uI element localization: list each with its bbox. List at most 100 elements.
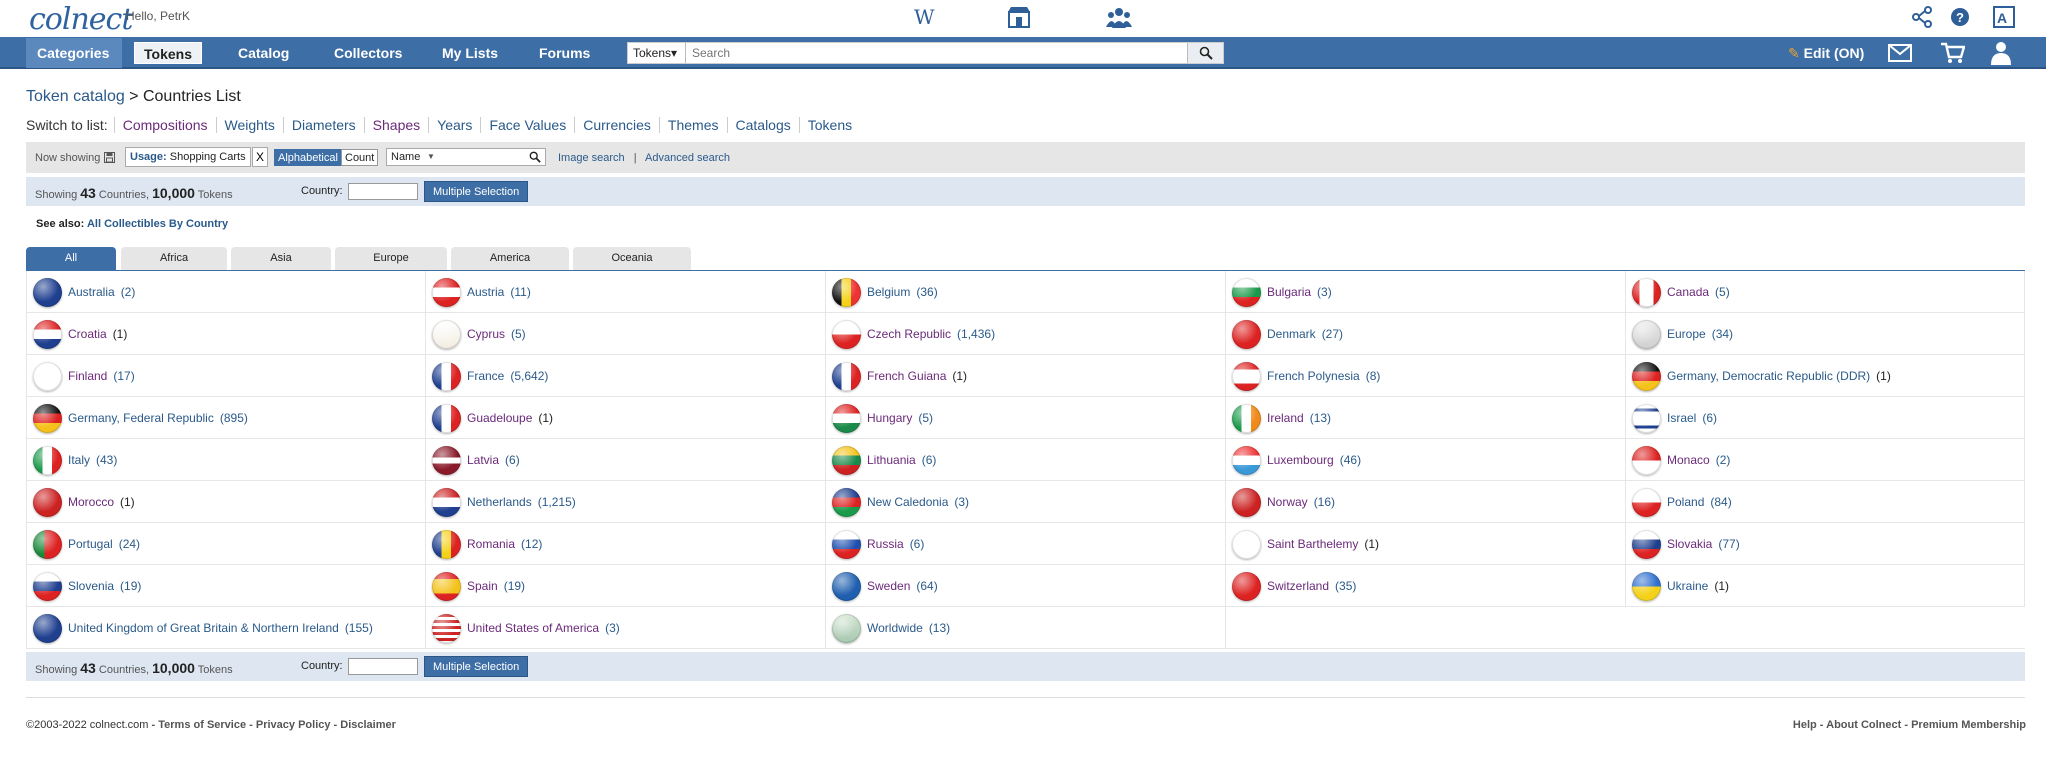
- country-name-link[interactable]: French Polynesia: [1267, 369, 1360, 383]
- country-name-link[interactable]: Romania: [467, 537, 515, 551]
- help-link[interactable]: Help: [1793, 719, 1817, 731]
- country-name-link[interactable]: French Guiana: [867, 369, 946, 383]
- switch-face-values[interactable]: Face Values: [480, 117, 574, 133]
- premium-link[interactable]: Premium Membership: [1911, 719, 2026, 731]
- nav-forums[interactable]: Forums: [539, 37, 590, 69]
- switch-diameters[interactable]: Diameters: [282, 117, 364, 133]
- nav-catalog[interactable]: Catalog: [238, 37, 289, 69]
- country-cell[interactable]: Monaco (2): [1626, 439, 2025, 481]
- country-name-link[interactable]: Europe: [1667, 327, 1706, 341]
- country-cell[interactable]: Australia (2): [26, 271, 426, 313]
- country-name-link[interactable]: Spain: [467, 579, 498, 593]
- country-cell[interactable]: Denmark (27): [1226, 313, 1626, 355]
- all-collectibles-by-country-link[interactable]: All Collectibles By Country: [87, 218, 228, 230]
- country-cell[interactable]: French Polynesia (8): [1226, 355, 1626, 397]
- country-name-link[interactable]: Finland: [68, 369, 107, 383]
- country-cell[interactable]: Romania (12): [426, 523, 826, 565]
- country-cell[interactable]: Latvia (6): [426, 439, 826, 481]
- country-cell[interactable]: Worldwide (13): [826, 607, 1226, 649]
- switch-shapes[interactable]: Shapes: [363, 117, 428, 133]
- country-name-link[interactable]: Russia: [867, 537, 904, 551]
- country-cell[interactable]: Italy (43): [26, 439, 426, 481]
- country-name-link[interactable]: Monaco: [1667, 453, 1710, 467]
- cart-icon[interactable]: [1940, 40, 1966, 66]
- country-name-link[interactable]: Germany, Federal Republic: [68, 411, 214, 425]
- country-name-link[interactable]: Slovakia: [1667, 537, 1712, 551]
- tab-america[interactable]: America: [451, 247, 569, 270]
- country-name-link[interactable]: Guadeloupe: [467, 411, 532, 425]
- edit-mode-toggle[interactable]: ✎ Edit (ON): [1788, 37, 1864, 69]
- country-filter-input[interactable]: [348, 183, 418, 200]
- country-cell[interactable]: Germany, Federal Republic (895): [26, 397, 426, 439]
- search-input[interactable]: [688, 43, 1186, 63]
- country-name-link[interactable]: New Caledonia: [867, 495, 948, 509]
- messages-icon[interactable]: [1887, 40, 1913, 66]
- nav-collectors[interactable]: Collectors: [334, 37, 402, 69]
- country-cell[interactable]: Slovakia (77): [1626, 523, 2025, 565]
- help-icon[interactable]: ?: [1946, 3, 1974, 31]
- country-cell[interactable]: Norway (16): [1226, 481, 1626, 523]
- switch-compositions[interactable]: Compositions: [113, 117, 216, 133]
- country-name-link[interactable]: United Kingdom of Great Britain & Northe…: [68, 621, 339, 635]
- country-name-link[interactable]: Israel: [1667, 411, 1696, 425]
- country-name-link[interactable]: Austria: [467, 285, 504, 299]
- country-cell[interactable]: Russia (6): [826, 523, 1226, 565]
- country-cell[interactable]: New Caledonia (3): [826, 481, 1226, 523]
- categories-menu[interactable]: Categories ▼: [26, 38, 122, 91]
- country-cell[interactable]: Croatia (1): [26, 313, 426, 355]
- nav-tokens[interactable]: Tokens: [134, 42, 202, 64]
- country-name-link[interactable]: Latvia: [467, 453, 499, 467]
- country-name-link[interactable]: Cyprus: [467, 327, 505, 341]
- breadcrumb-token-catalog[interactable]: Token catalog: [26, 88, 125, 105]
- country-name-link[interactable]: Belgium: [867, 285, 910, 299]
- country-name-link[interactable]: Portugal: [68, 537, 113, 551]
- colnect-logo[interactable]: colnect: [29, 2, 133, 37]
- country-name-link[interactable]: United States of America: [467, 621, 599, 635]
- country-name-link[interactable]: Slovenia: [68, 579, 114, 593]
- country-cell[interactable]: Lithuania (6): [826, 439, 1226, 481]
- country-cell[interactable]: Ireland (13): [1226, 397, 1626, 439]
- switch-years[interactable]: Years: [428, 117, 480, 133]
- country-name-link[interactable]: Bulgaria: [1267, 285, 1311, 299]
- country-name-link[interactable]: Ireland: [1267, 411, 1304, 425]
- switch-themes[interactable]: Themes: [658, 117, 727, 133]
- country-cell[interactable]: France (5,642): [426, 355, 826, 397]
- country-name-link[interactable]: Australia: [68, 285, 115, 299]
- search-scope-select[interactable]: Tokens▾: [628, 43, 686, 63]
- country-cell[interactable]: Israel (6): [1626, 397, 2025, 439]
- country-cell[interactable]: Canada (5): [1626, 271, 2025, 313]
- switch-weights[interactable]: Weights: [215, 117, 283, 133]
- country-name-link[interactable]: Denmark: [1267, 327, 1316, 341]
- multiple-selection-button[interactable]: Multiple Selection: [424, 181, 529, 202]
- country-cell[interactable]: Bulgaria (3): [1226, 271, 1626, 313]
- country-cell[interactable]: United States of America (3): [426, 607, 826, 649]
- country-name-link[interactable]: Norway: [1267, 495, 1308, 509]
- save-icon[interactable]: [104, 152, 115, 163]
- country-name-link[interactable]: Croatia: [68, 327, 107, 341]
- country-cell[interactable]: Luxembourg (46): [1226, 439, 1626, 481]
- country-cell[interactable]: Ukraine (1): [1626, 565, 2025, 607]
- country-cell[interactable]: Saint Barthelemy (1): [1226, 523, 1626, 565]
- terms-link[interactable]: Terms of Service: [158, 719, 246, 731]
- switch-tokens[interactable]: Tokens: [798, 117, 860, 133]
- tab-all[interactable]: All: [26, 247, 116, 270]
- advanced-search-link[interactable]: Advanced search: [645, 152, 730, 164]
- country-cell[interactable]: Europe (34): [1626, 313, 2025, 355]
- nav-my-lists[interactable]: My Lists: [442, 37, 498, 69]
- country-cell[interactable]: Guadeloupe (1): [426, 397, 826, 439]
- country-cell[interactable]: Cyprus (5): [426, 313, 826, 355]
- country-name-link[interactable]: Ukraine: [1667, 579, 1708, 593]
- alphabetical-toggle[interactable]: Alphabetical: [274, 149, 342, 166]
- tab-europe[interactable]: Europe: [335, 247, 447, 270]
- country-name-link[interactable]: Morocco: [68, 495, 114, 509]
- about-link[interactable]: About Colnect: [1826, 719, 1901, 731]
- country-name-link[interactable]: Czech Republic: [867, 327, 951, 341]
- country-cell[interactable]: United Kingdom of Great Britain & Northe…: [26, 607, 426, 649]
- country-name-link[interactable]: Sweden: [867, 579, 910, 593]
- wiki-icon[interactable]: W: [910, 3, 938, 31]
- country-cell[interactable]: Spain (19): [426, 565, 826, 607]
- country-cell[interactable]: French Guiana (1): [826, 355, 1226, 397]
- country-cell[interactable]: Hungary (5): [826, 397, 1226, 439]
- country-name-link[interactable]: Saint Barthelemy: [1267, 537, 1358, 551]
- country-name-link[interactable]: Poland: [1667, 495, 1704, 509]
